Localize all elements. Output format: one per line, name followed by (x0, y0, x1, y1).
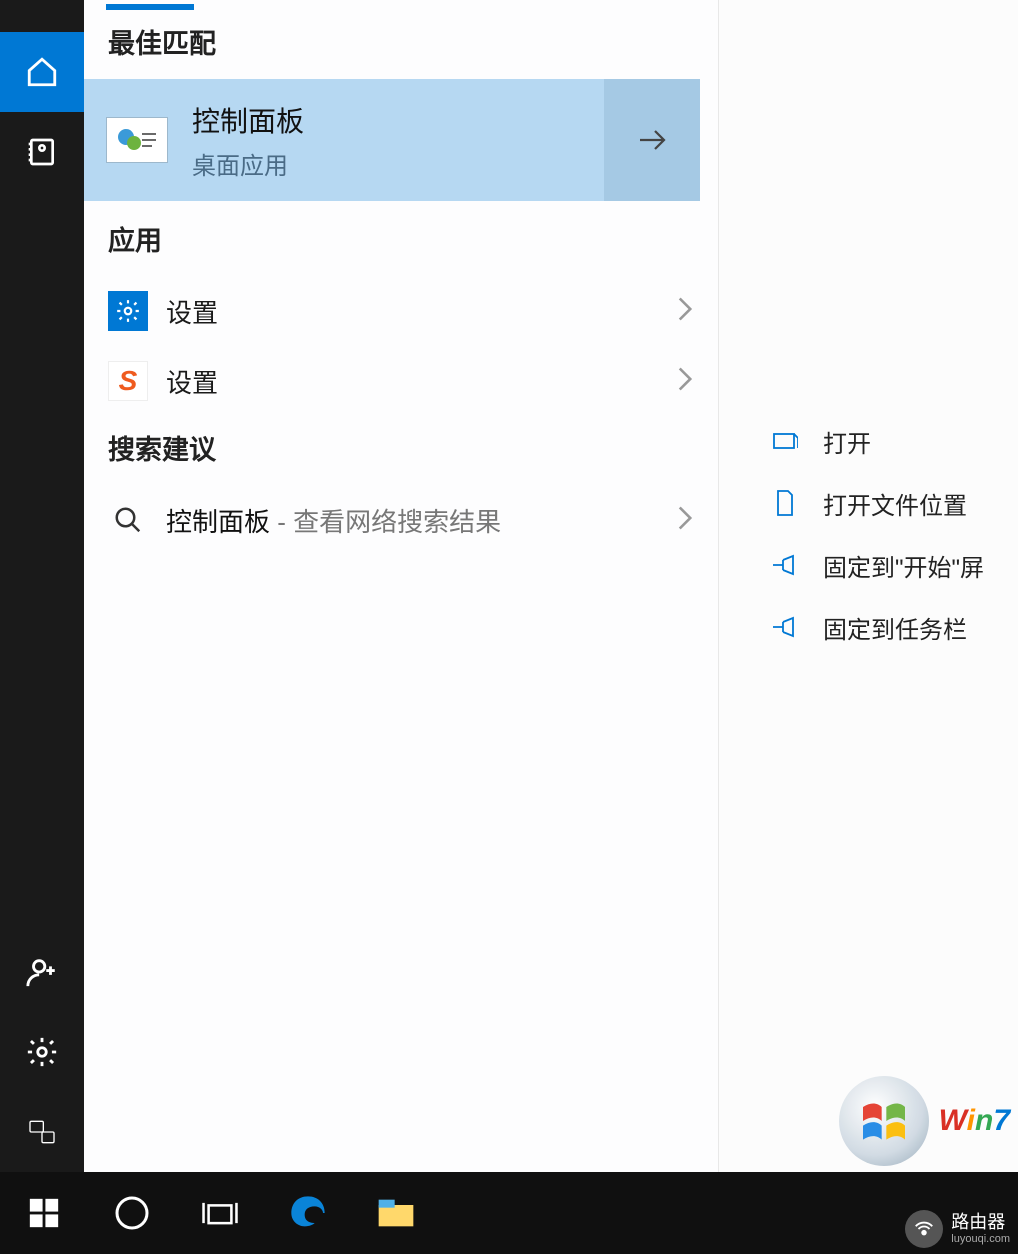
pin-icon (769, 554, 801, 576)
section-apps: 应用 (84, 201, 718, 276)
sogou-icon: S (108, 361, 148, 401)
explorer-button[interactable] (352, 1172, 440, 1254)
filter-tabs (84, 0, 718, 16)
action-label: 打开 (823, 424, 871, 459)
section-suggestions: 搜索建议 (84, 416, 718, 485)
nav-settings[interactable] (0, 1012, 84, 1092)
web-search-suggestion[interactable]: 控制面板 - 查看网络搜索结果 (84, 485, 718, 555)
person-add-icon (25, 955, 59, 989)
chevron-right-icon (676, 295, 694, 328)
action-label: 打开文件位置 (823, 486, 967, 521)
task-view-icon (201, 1196, 239, 1230)
folder-icon (769, 489, 801, 517)
action-open-location[interactable]: 打开文件位置 (719, 472, 1018, 534)
chevron-right-icon (676, 504, 694, 537)
windows7-orb-icon (839, 1076, 929, 1166)
suggestion-label: 控制面板 - 查看网络搜索结果 (166, 502, 676, 539)
action-open[interactable]: 打开 (719, 410, 1018, 472)
circle-icon (114, 1195, 150, 1231)
folder-icon (376, 1196, 416, 1230)
router-logo-icon (905, 1210, 943, 1248)
watermark-text: Win7 (939, 1104, 1010, 1138)
settings-icon (108, 291, 148, 331)
section-best-match: 最佳匹配 (84, 16, 718, 79)
search-icon (108, 500, 148, 540)
action-pin-taskbar[interactable]: 固定到任务栏 (719, 596, 1018, 658)
nav-account[interactable] (0, 932, 84, 1012)
nav-feedback[interactable] (0, 1092, 84, 1172)
best-match-title: 控制面板 (192, 100, 604, 140)
start-button[interactable] (0, 1172, 88, 1254)
watermark-brand: 路由器 (951, 1213, 1010, 1233)
cortana-button[interactable] (88, 1172, 176, 1254)
preview-pane: 打开 打开文件位置 固定到"开始"屏 固定到任务栏 (718, 0, 1018, 1254)
nav-home[interactable] (0, 32, 84, 112)
app-label: 设置 (166, 363, 676, 400)
edge-icon (288, 1193, 328, 1233)
taskbar (0, 1172, 1018, 1254)
windows-icon (27, 1196, 61, 1230)
action-label: 固定到任务栏 (823, 610, 967, 645)
action-pin-start[interactable]: 固定到"开始"屏 (719, 534, 1018, 596)
home-icon (25, 55, 59, 89)
open-icon (769, 430, 801, 452)
best-match-result[interactable]: 控制面板 桌面应用 (84, 79, 700, 201)
active-tab-indicator (106, 4, 194, 10)
watermark-win7: Win7 (839, 1076, 1010, 1166)
people-icon (26, 1116, 58, 1148)
watermark-domain: luyouqi.com (951, 1233, 1010, 1245)
app-result-sogou-settings[interactable]: S 设置 (84, 346, 718, 416)
edge-button[interactable] (264, 1172, 352, 1254)
chevron-right-icon (676, 365, 694, 398)
nav-contacts[interactable] (0, 112, 84, 192)
app-label: 设置 (166, 293, 676, 330)
arrow-right-icon (634, 122, 670, 158)
control-panel-icon (106, 117, 168, 163)
start-sidebar (0, 0, 84, 1254)
pin-icon (769, 616, 801, 638)
gear-icon (25, 1035, 59, 1069)
task-view-button[interactable] (176, 1172, 264, 1254)
expand-arrow-button[interactable] (604, 79, 700, 201)
search-results-panel: 最佳匹配 控制面板 桌面应用 应用 设置 S 设置 (84, 0, 718, 1254)
best-match-subtitle: 桌面应用 (192, 146, 604, 181)
contacts-icon (26, 136, 58, 168)
app-result-settings[interactable]: 设置 (84, 276, 718, 346)
watermark-router: 路由器 luyouqi.com (905, 1210, 1010, 1248)
action-label: 固定到"开始"屏 (823, 548, 984, 583)
